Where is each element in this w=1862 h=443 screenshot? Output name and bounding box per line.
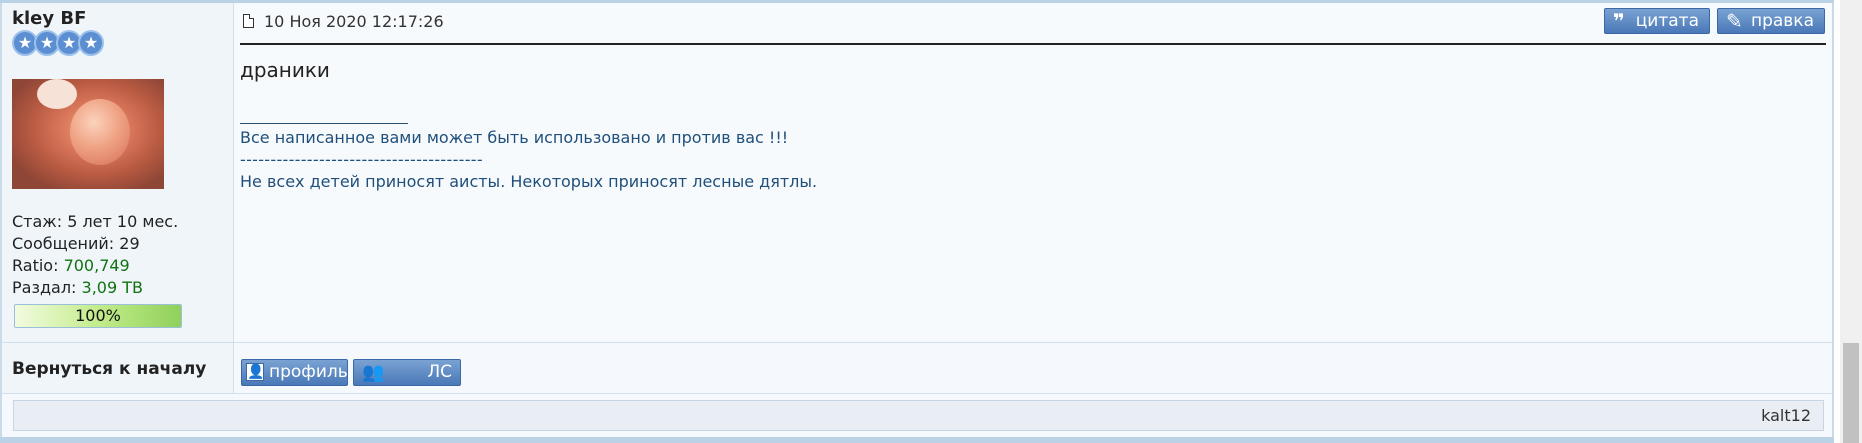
post-divider [240, 43, 1826, 45]
star-icon: ★ [78, 30, 104, 56]
quote-label: цитата [1635, 11, 1699, 31]
ratio-stat: Ratio: 700,749 [12, 256, 130, 275]
post-date: 10 Ноя 2020 12:17:26 [264, 12, 444, 31]
signature-line-1: Все написанное вами может быть использов… [240, 128, 789, 147]
scrollbar[interactable] [1840, 0, 1862, 443]
ratio-value: 700,749 [63, 256, 130, 275]
avatar-nose [70, 99, 130, 165]
edit-button[interactable]: ✎ правка [1717, 8, 1825, 34]
row-divider [2, 342, 1832, 343]
scrollbar-thumb[interactable] [1843, 343, 1859, 443]
pencil-icon: ✎ [1726, 9, 1743, 33]
row-divider [2, 393, 1832, 394]
people-icon: 👥 [362, 362, 385, 383]
quote-button[interactable]: ❞ цитата [1604, 8, 1710, 34]
upload-value: 3,09 TB [81, 278, 143, 297]
pm-button[interactable]: 👥 ЛС [353, 359, 461, 386]
progress-label: 100% [75, 306, 121, 325]
back-to-top-link[interactable]: Вернуться к началу [12, 359, 206, 379]
edit-label: правка [1750, 11, 1814, 31]
avatar-highlight [37, 79, 77, 109]
signature-separator [240, 123, 408, 124]
avatar[interactable] [12, 79, 164, 189]
post-message: драники [240, 58, 330, 82]
document-icon[interactable] [243, 14, 254, 28]
pm-label: ЛС [427, 362, 452, 382]
tenure-stat: Стаж: 5 лет 10 мес. [12, 212, 179, 231]
signature-line-2: Не всех детей приносят аисты. Некоторых … [240, 172, 818, 191]
profile-card-icon: 👤 [246, 363, 265, 381]
messages-stat: Сообщений: 29 [12, 234, 140, 253]
author-name[interactable]: kley BF [12, 8, 86, 29]
upload-label: Раздал: [12, 278, 82, 297]
profile-label: профиль [269, 362, 348, 382]
bottom-border [0, 437, 1834, 443]
next-post-author[interactable]: kalt12 [1761, 406, 1811, 425]
ratio-label: Ratio: [12, 256, 64, 275]
upload-stat: Раздал: 3,09 TB [12, 278, 143, 297]
next-post-bar: kalt12 [13, 400, 1824, 431]
progress-bar: 100% [14, 304, 182, 328]
signature-divider: ---------------------------------------- [240, 150, 483, 169]
profile-button[interactable]: 👤 профиль [241, 359, 348, 386]
rank-stars: ★ ★ ★ ★ [12, 30, 104, 56]
quote-icon: ❞ [1613, 9, 1625, 33]
